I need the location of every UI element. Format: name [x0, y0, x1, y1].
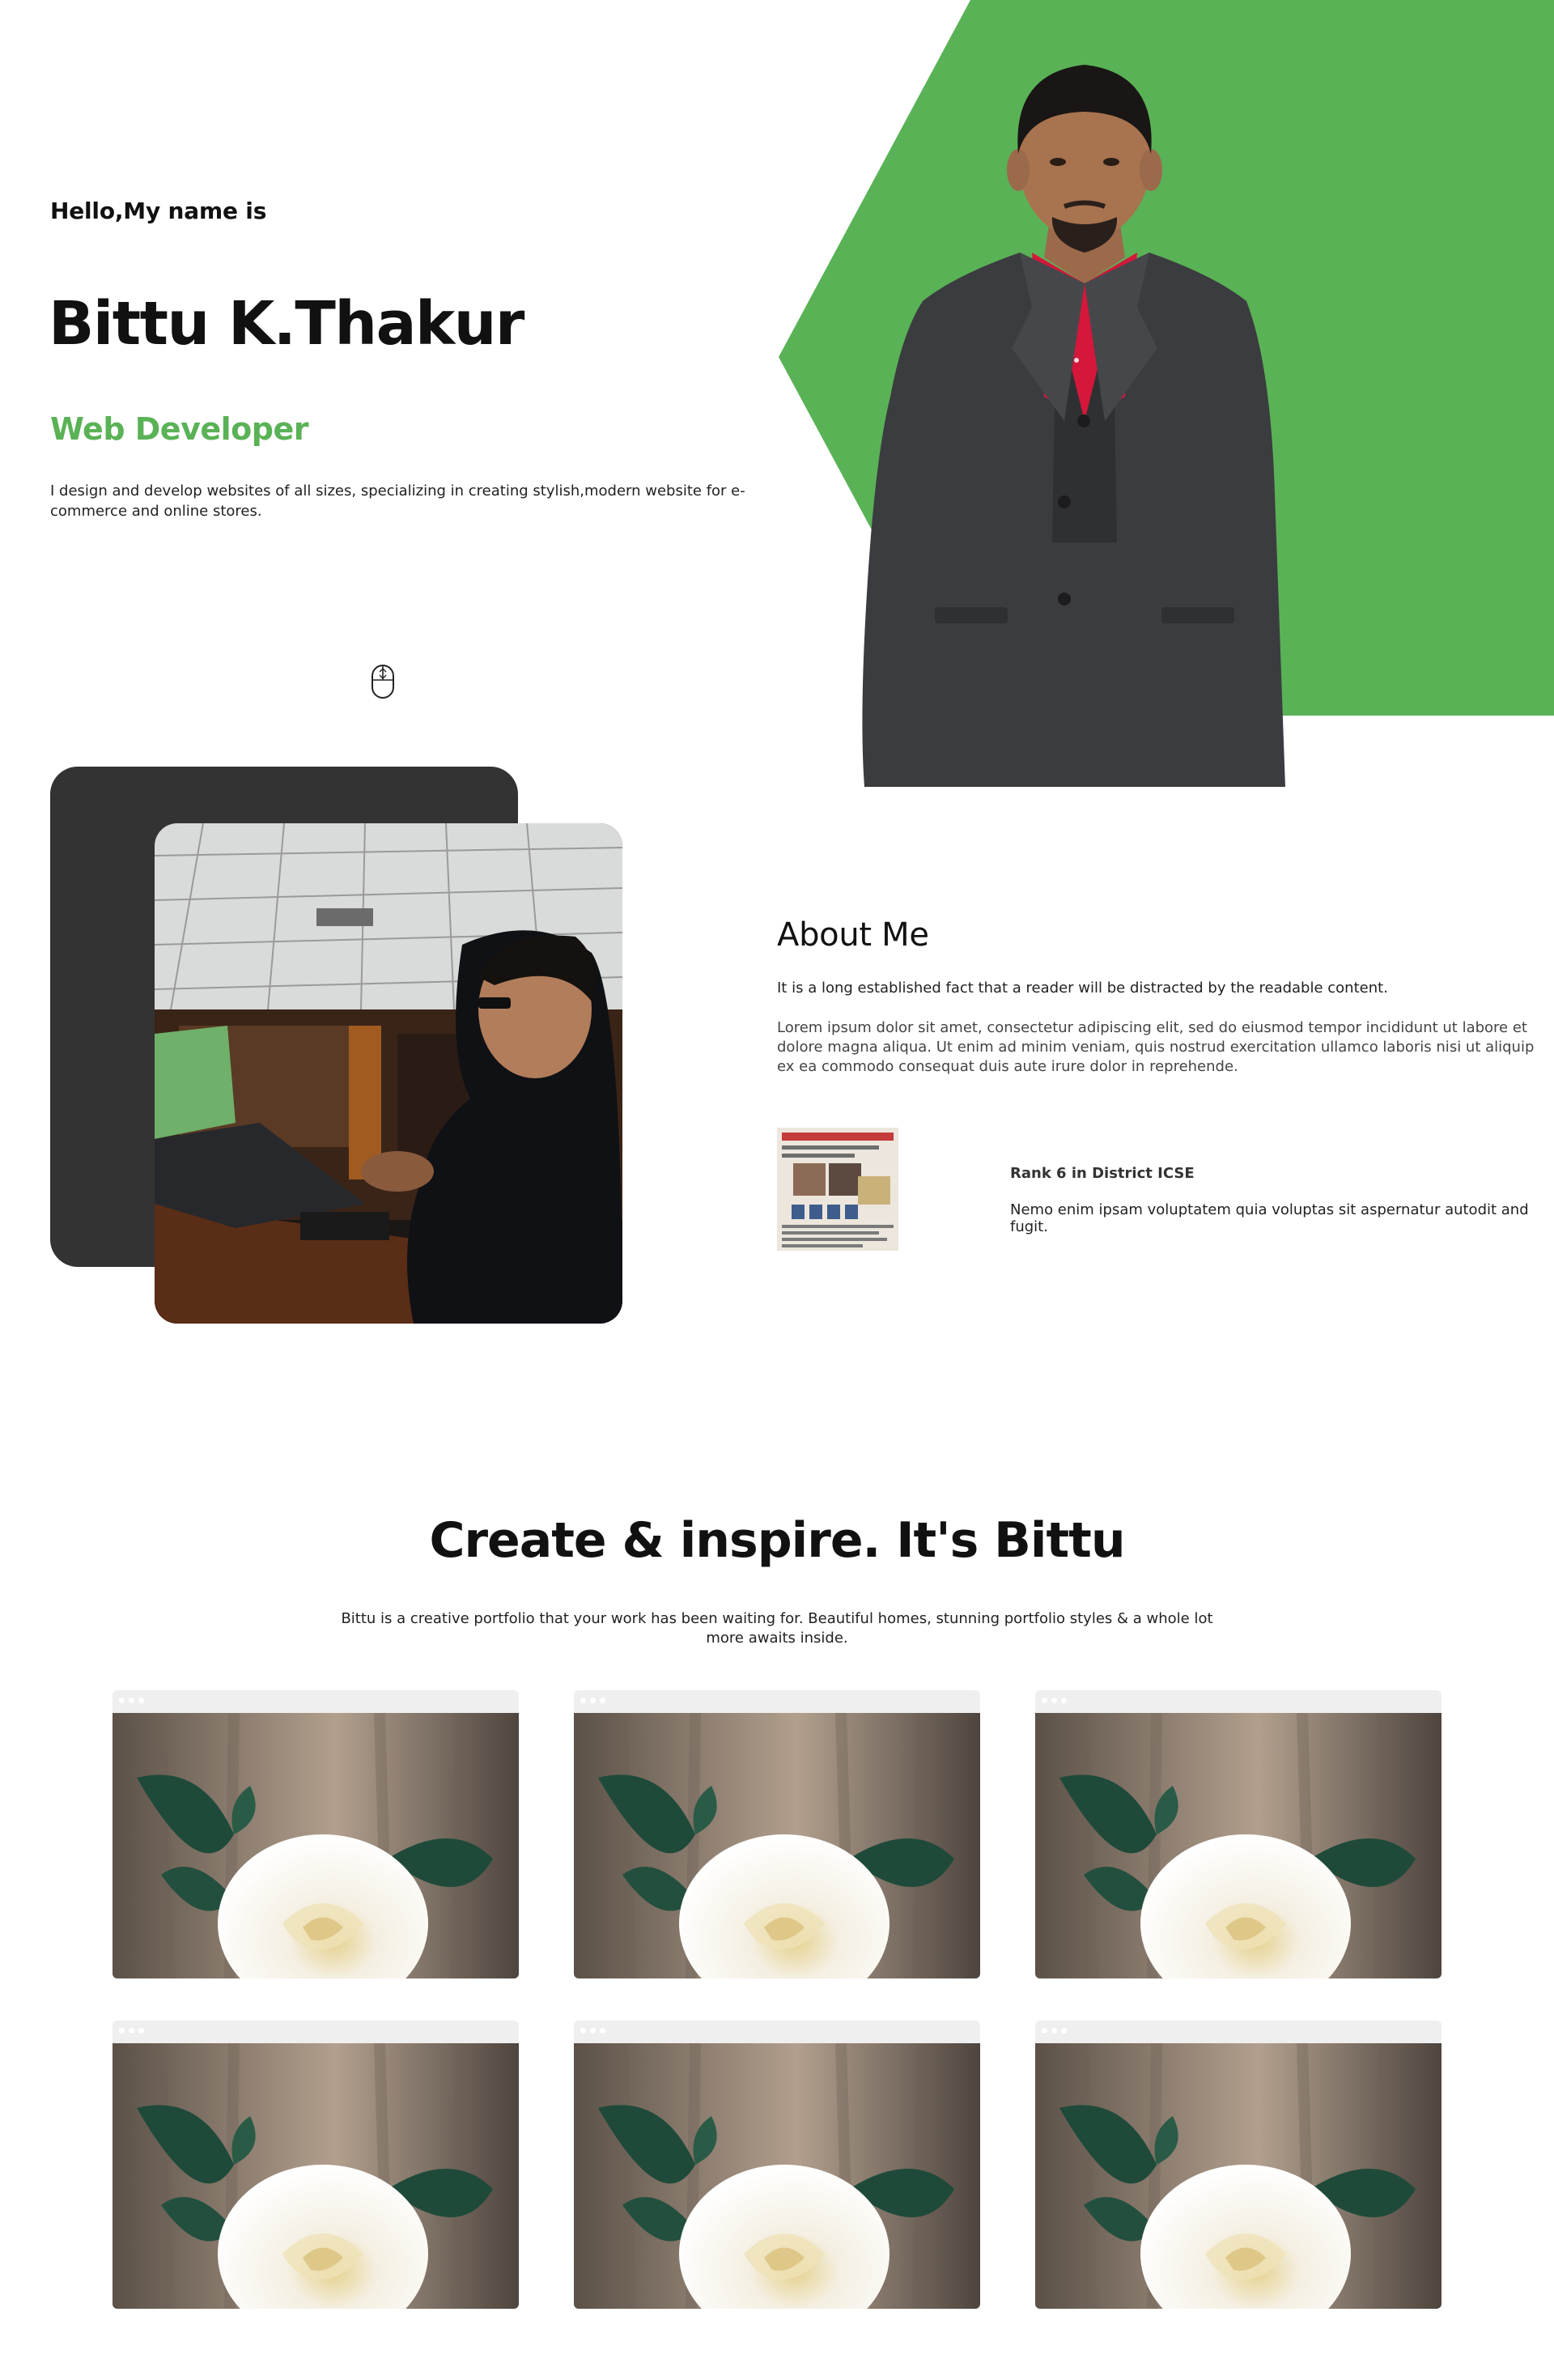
portfolio-card[interactable]: [113, 1690, 519, 1978]
portfolio-card[interactable]: [113, 2021, 519, 2309]
portfolio-card[interactable]: [1035, 2021, 1441, 2309]
window-dots: [119, 1698, 144, 1703]
about-lead: It is a long established fact that a rea…: [777, 980, 1388, 997]
window-dots: [580, 1698, 605, 1703]
profile-photo: [862, 65, 1285, 787]
achievement-text: Nemo enim ipsam voluptatem quia voluptas…: [1010, 1201, 1529, 1235]
window-dots: [119, 2028, 144, 2034]
hero-section: Hello,My name is Bittu K.Thakur Web Deve…: [0, 0, 1554, 787]
achievement-title: Rank 6 in District ICSE: [1010, 1165, 1195, 1182]
about-body: Lorem ipsum dolor sit amet, consectetur …: [777, 1019, 1535, 1075]
window-dots: [580, 2028, 605, 2034]
window-dots: [1042, 2028, 1067, 2034]
portfolio-image-rose: [574, 2043, 980, 2309]
hero-name: Bittu K.Thakur: [49, 289, 524, 359]
portfolio-image-rose: [1035, 2043, 1441, 2309]
about-photo: [155, 823, 622, 1324]
portfolio-title: Create & inspire. It's Bittu: [429, 1512, 1125, 1569]
hero-description: I design and develop websites of all siz…: [50, 482, 745, 520]
portfolio-image-rose: [113, 1713, 519, 1978]
portfolio-card[interactable]: [574, 1690, 980, 1978]
portfolio-image-rose: [1035, 1713, 1441, 1978]
portfolio-image-rose: [113, 2043, 519, 2309]
portfolio-description: Bittu is a creative portfolio that your …: [341, 1610, 1213, 1647]
newspaper-clipping-image: [777, 1128, 898, 1251]
window-dots: [1042, 1698, 1067, 1703]
hero-role: Web Developer: [50, 411, 308, 447]
scroll-mouse-icon[interactable]: [371, 664, 395, 699]
about-title: About Me: [777, 916, 929, 954]
portfolio-card[interactable]: [1035, 1690, 1441, 1978]
portfolio-image-rose: [574, 1713, 980, 1978]
hero-greeting: Hello,My name is: [50, 198, 267, 224]
portfolio-card[interactable]: [574, 2021, 980, 2309]
